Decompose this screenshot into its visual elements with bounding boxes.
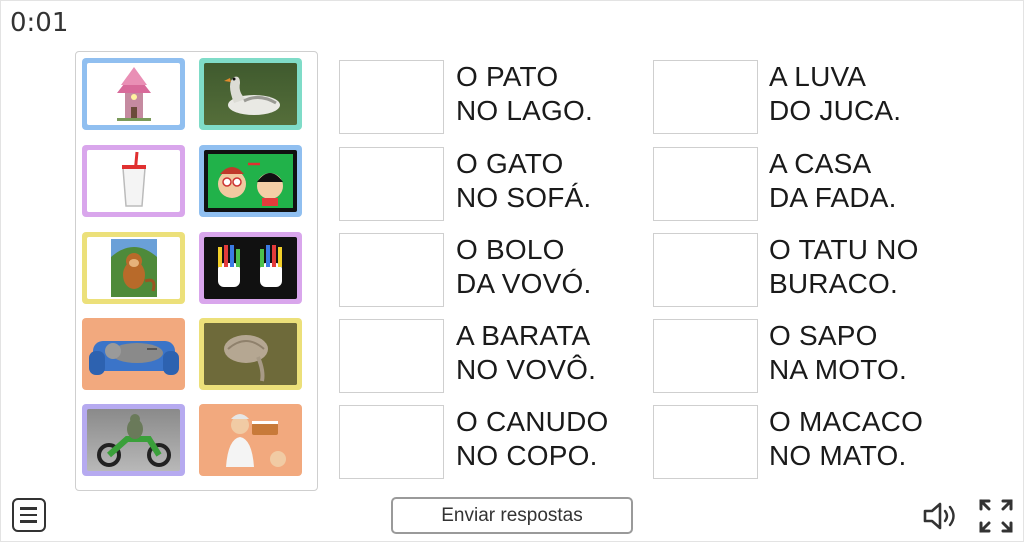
phrase-line-1: O MACACO [769, 406, 924, 437]
menu-icon-line [20, 520, 37, 523]
goose-lake-card[interactable] [199, 58, 302, 130]
drop-slot[interactable] [653, 319, 758, 393]
menu-button[interactable] [12, 498, 46, 532]
menu-icon-line [20, 513, 37, 516]
phrase-label: O PATO NO LAGO. [456, 60, 593, 128]
submit-button[interactable]: Enviar respostas [391, 497, 633, 534]
phrase-line-1: O PATO [456, 61, 559, 92]
grandma-cake-image [226, 414, 286, 467]
fairy-house-image [117, 67, 151, 121]
phrase-line-2: NO LAGO. [456, 95, 593, 126]
phrase-label: A BARATA NO VOVÔ. [456, 319, 596, 387]
grandma-cake-card[interactable] [199, 404, 302, 476]
phrase-label: A CASA DA FADA. [769, 147, 897, 215]
goose-image [224, 76, 280, 115]
phrase-label: O GATO NO SOFÁ. [456, 147, 591, 215]
phrase-line-1: O TATU NO [769, 234, 919, 265]
cup-straw-card[interactable] [82, 145, 185, 217]
cat-sofa-card[interactable] [82, 318, 185, 390]
phrase-line-1: O BOLO [456, 234, 565, 265]
phrase-label: O SAPO NA MOTO. [769, 319, 907, 387]
drop-slot[interactable] [339, 233, 444, 307]
phrase-line-2: DO JUCA. [769, 95, 902, 126]
frog-motorcycle-image [97, 414, 171, 467]
armadillo-card[interactable] [199, 318, 302, 390]
phrase-label: O TATU NO BURACO. [769, 233, 919, 301]
phrase-line-1: O SAPO [769, 320, 878, 351]
image-tray [75, 51, 318, 491]
drop-slot[interactable] [339, 319, 444, 393]
drop-slot[interactable] [653, 405, 758, 479]
phrase-line-2: DA FADA. [769, 182, 897, 213]
monkey-card[interactable] [82, 232, 185, 304]
drop-slot[interactable] [653, 233, 758, 307]
speaker-icon [923, 502, 955, 530]
fairy-house-card[interactable] [82, 58, 185, 130]
drop-slot[interactable] [339, 147, 444, 221]
painted-gloves-card[interactable] [199, 232, 302, 304]
frog-motorcycle-card[interactable] [82, 404, 185, 476]
phrase-line-2: NO MATO. [769, 440, 907, 471]
phrase-line-2: NA MOTO. [769, 354, 907, 385]
phrase-label: O BOLO DA VOVÓ. [456, 233, 591, 301]
comic-kids-card[interactable] [199, 145, 302, 217]
monkey-image [111, 239, 157, 297]
gloves-image [218, 245, 282, 287]
phrase-line-2: NO COPO. [456, 440, 598, 471]
comic-characters-image [208, 154, 293, 208]
phrase-line-2: BURACO. [769, 268, 898, 299]
sound-button[interactable] [921, 500, 959, 532]
phrase-line-2: DA VOVÓ. [456, 268, 592, 299]
drop-slot[interactable] [339, 60, 444, 134]
cat-sofa-image [89, 341, 179, 375]
fullscreen-button[interactable] [978, 498, 1014, 534]
phrase-line-1: A BARATA [456, 320, 591, 351]
phrase-line-1: O CANUDO [456, 406, 609, 437]
phrase-line-2: NO VOVÔ. [456, 354, 597, 385]
armadillo-image [204, 323, 297, 385]
phrase-line-2: NO SOFÁ. [456, 182, 592, 213]
phrase-line-1: O GATO [456, 148, 564, 179]
drop-slot[interactable] [653, 147, 758, 221]
drop-slot[interactable] [653, 60, 758, 134]
phrase-label: A LUVA DO JUCA. [769, 60, 901, 128]
phrase-label: O CANUDO NO COPO. [456, 405, 609, 473]
phrase-label: O MACACO NO MATO. [769, 405, 923, 473]
fullscreen-icon [979, 499, 1013, 533]
drop-slot[interactable] [339, 405, 444, 479]
phrase-line-1: A CASA [769, 148, 872, 179]
timer: 0:01 [10, 8, 69, 38]
cup-straw-image [122, 151, 146, 207]
menu-icon-line [20, 507, 37, 510]
phrase-line-1: A LUVA [769, 61, 867, 92]
